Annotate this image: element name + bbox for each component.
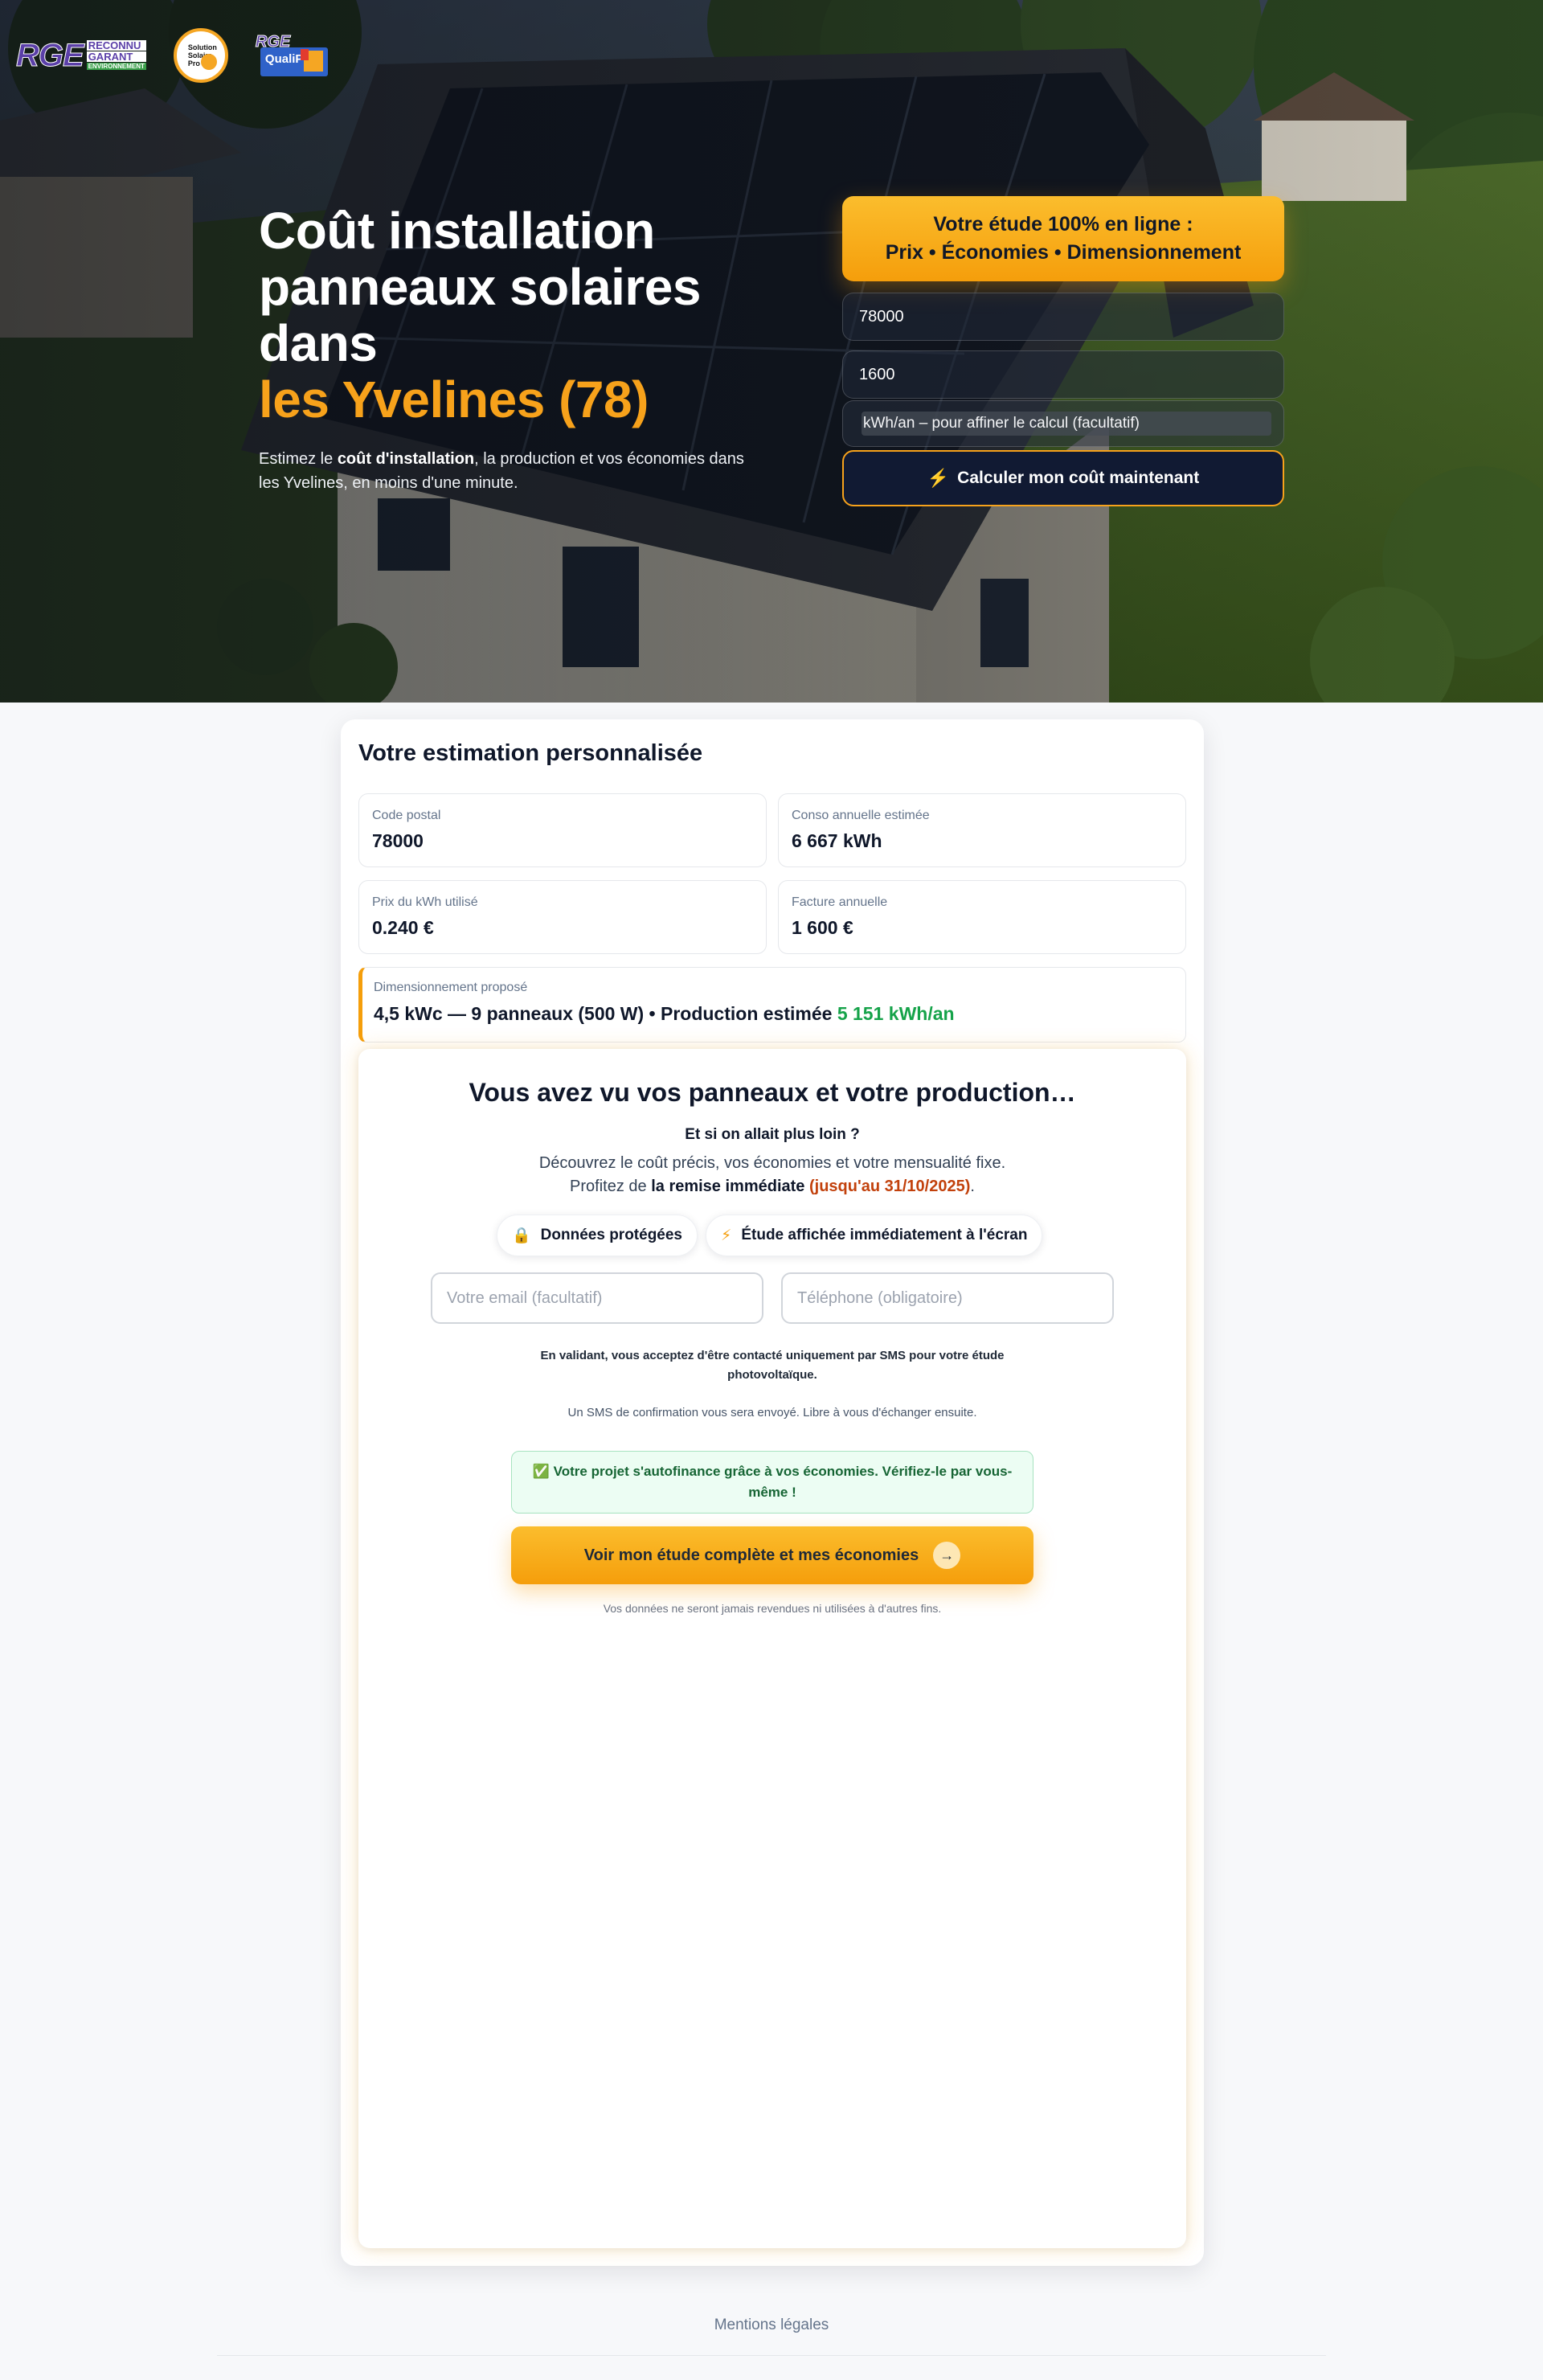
discount-notice: Profitez de la remise immédiate (jusqu'a… [358, 1178, 1186, 1196]
qualipv-red-mark [300, 49, 309, 60]
stat-value: 78000 [372, 830, 424, 851]
postal-code-stat: Code postal 78000 [358, 793, 767, 867]
estimate-title: Votre estimation personnalisée [358, 740, 703, 766]
sizing-value: 4,5 kWc — 9 panneaux (500 W) • Productio… [374, 1002, 1174, 1026]
stat-value: 1 600 € [792, 917, 853, 938]
annual-bill-stat: Facture annuelle 1 600 € [778, 880, 1186, 954]
sizing-text: 4,5 kWc — 9 panneaux (500 W) • Productio… [374, 1003, 837, 1024]
page-title: Coût installation panneaux solaires dans… [259, 203, 757, 428]
title-line-2: panneaux solaires [259, 258, 701, 316]
rge-tagline-1: RECONNU [86, 40, 146, 51]
discount-bold: la remise immédiate [651, 1178, 805, 1195]
subtitle-bold: coût d'installation [337, 450, 475, 468]
hero-section: RGE RECONNU GARANT ENVIRONNEMENT Solutio… [0, 0, 1543, 703]
lead-question: Et si on allait plus loin ? [685, 1126, 860, 1143]
instant-study-badge: ⚡ Étude affichée immédiatement à l'écran [706, 1215, 1043, 1256]
sizing-proposal: Dimensionnement proposé 4,5 kWc — 9 pann… [358, 967, 1186, 1043]
lead-form-card: Vous avez vu vos panneaux et votre produ… [358, 1049, 1186, 2248]
certification-logos: RGE RECONNU GARANT ENVIRONNEMENT Solutio… [16, 27, 328, 84]
arrow-right-icon: → [933, 1542, 961, 1569]
study-banner-line-2: Prix • Économies • Dimensionnement [885, 241, 1242, 264]
title-line-1: Coût installation [259, 202, 655, 260]
badge-label: Données protégées [540, 1227, 682, 1243]
rge-qualipv-logo: QualiPV RGE [255, 33, 328, 78]
kwh-price-stat: Prix du kWh utilisé 0.240 € [358, 880, 767, 954]
kwh-input-hint: kWh/an – pour affiner le calcul (faculta… [862, 412, 1271, 436]
title-line-3: dans [259, 314, 378, 372]
title-location: les Yvelines (78) [259, 371, 649, 428]
discount-end: . [970, 1178, 975, 1195]
seal-line-1: Solution [187, 43, 217, 51]
study-banner-line-1: Votre étude 100% en ligne : [933, 213, 1193, 236]
estimate-card: Votre estimation personnalisée Code post… [341, 719, 1204, 2266]
estimated-production: 5 151 kWh/an [837, 1003, 955, 1024]
lightning-icon: ⚡ [927, 468, 950, 488]
sms-confirmation-note: Un SMS de confirmation vous sera envoyé.… [567, 1406, 977, 1419]
lightning-icon: ⚡ [721, 1227, 732, 1244]
badge-label: Étude affichée immédiatement à l'écran [741, 1227, 1028, 1243]
stat-value: 6 667 kWh [792, 830, 882, 851]
lock-icon: 🔒 [512, 1227, 531, 1244]
lead-heading: Vous avez vu vos panneaux et votre produ… [469, 1078, 1076, 1107]
data-protected-badge: 🔒 Données protégées [497, 1215, 698, 1256]
stat-label: Conso annuelle estimée [792, 809, 930, 822]
hero-subtitle: Estimez le coût d'installation, la produ… [259, 447, 757, 495]
lead-description: Découvrez le coût précis, vos économies … [538, 1154, 1006, 1172]
hero-overlay [0, 0, 1543, 703]
footer-divider [217, 2355, 1326, 2356]
subtitle-pre: Estimez le [259, 450, 338, 468]
calculate-button-label: Calculer mon coût maintenant [957, 469, 1200, 487]
discount-pre: Profitez de [570, 1178, 652, 1195]
rge-logo: RGE RECONNU GARANT ENVIRONNEMENT [16, 38, 146, 74]
rge-logo-tagline: RECONNU GARANT ENVIRONNEMENT [86, 40, 146, 71]
qualipv-box: QualiPV [260, 47, 328, 76]
privacy-note: Vos données ne seront jamais revendues n… [603, 1602, 942, 1615]
self-financing-notice: ✅ Votre projet s'autofinance grâce à vos… [511, 1451, 1033, 1514]
discount-deadline: (jusqu'au 31/10/2025) [808, 1178, 971, 1195]
stat-value: 0.240 € [372, 917, 434, 938]
sun-icon [200, 54, 217, 70]
cta-label: Voir mon étude complète et mes économies [583, 1546, 919, 1564]
legal-notice-link[interactable]: Mentions légales [0, 2317, 1543, 2334]
calculate-button[interactable]: ⚡ Calculer mon coût maintenant [842, 450, 1284, 506]
phone-field[interactable] [781, 1272, 1114, 1324]
study-banner: Votre étude 100% en ligne : Prix • Écono… [842, 196, 1284, 281]
rge-tagline-2: GARANT [86, 51, 146, 62]
postal-code-input[interactable] [842, 293, 1284, 341]
email-field[interactable] [431, 1272, 763, 1324]
rge-logo-text: RGE [16, 38, 85, 74]
solution-solaire-pro-logo: Solution Solaire Pro [173, 28, 228, 83]
rge-tagline-3: ENVIRONNEMENT [86, 63, 146, 70]
stat-label: Facture annuelle [792, 895, 888, 909]
stat-label: Code postal [372, 809, 441, 822]
sms-consent-text: En validant, vous acceptez d'être contac… [540, 1349, 1005, 1382]
annual-bill-input[interactable] [842, 350, 1284, 399]
view-full-study-button[interactable]: Voir mon étude complète et mes économies… [511, 1526, 1033, 1584]
qualipv-rge-text: RGE [255, 33, 291, 51]
sizing-label: Dimensionnement proposé [374, 981, 528, 994]
stat-label: Prix du kWh utilisé [372, 895, 478, 909]
consumption-stat: Conso annuelle estimée 6 667 kWh [778, 793, 1186, 867]
